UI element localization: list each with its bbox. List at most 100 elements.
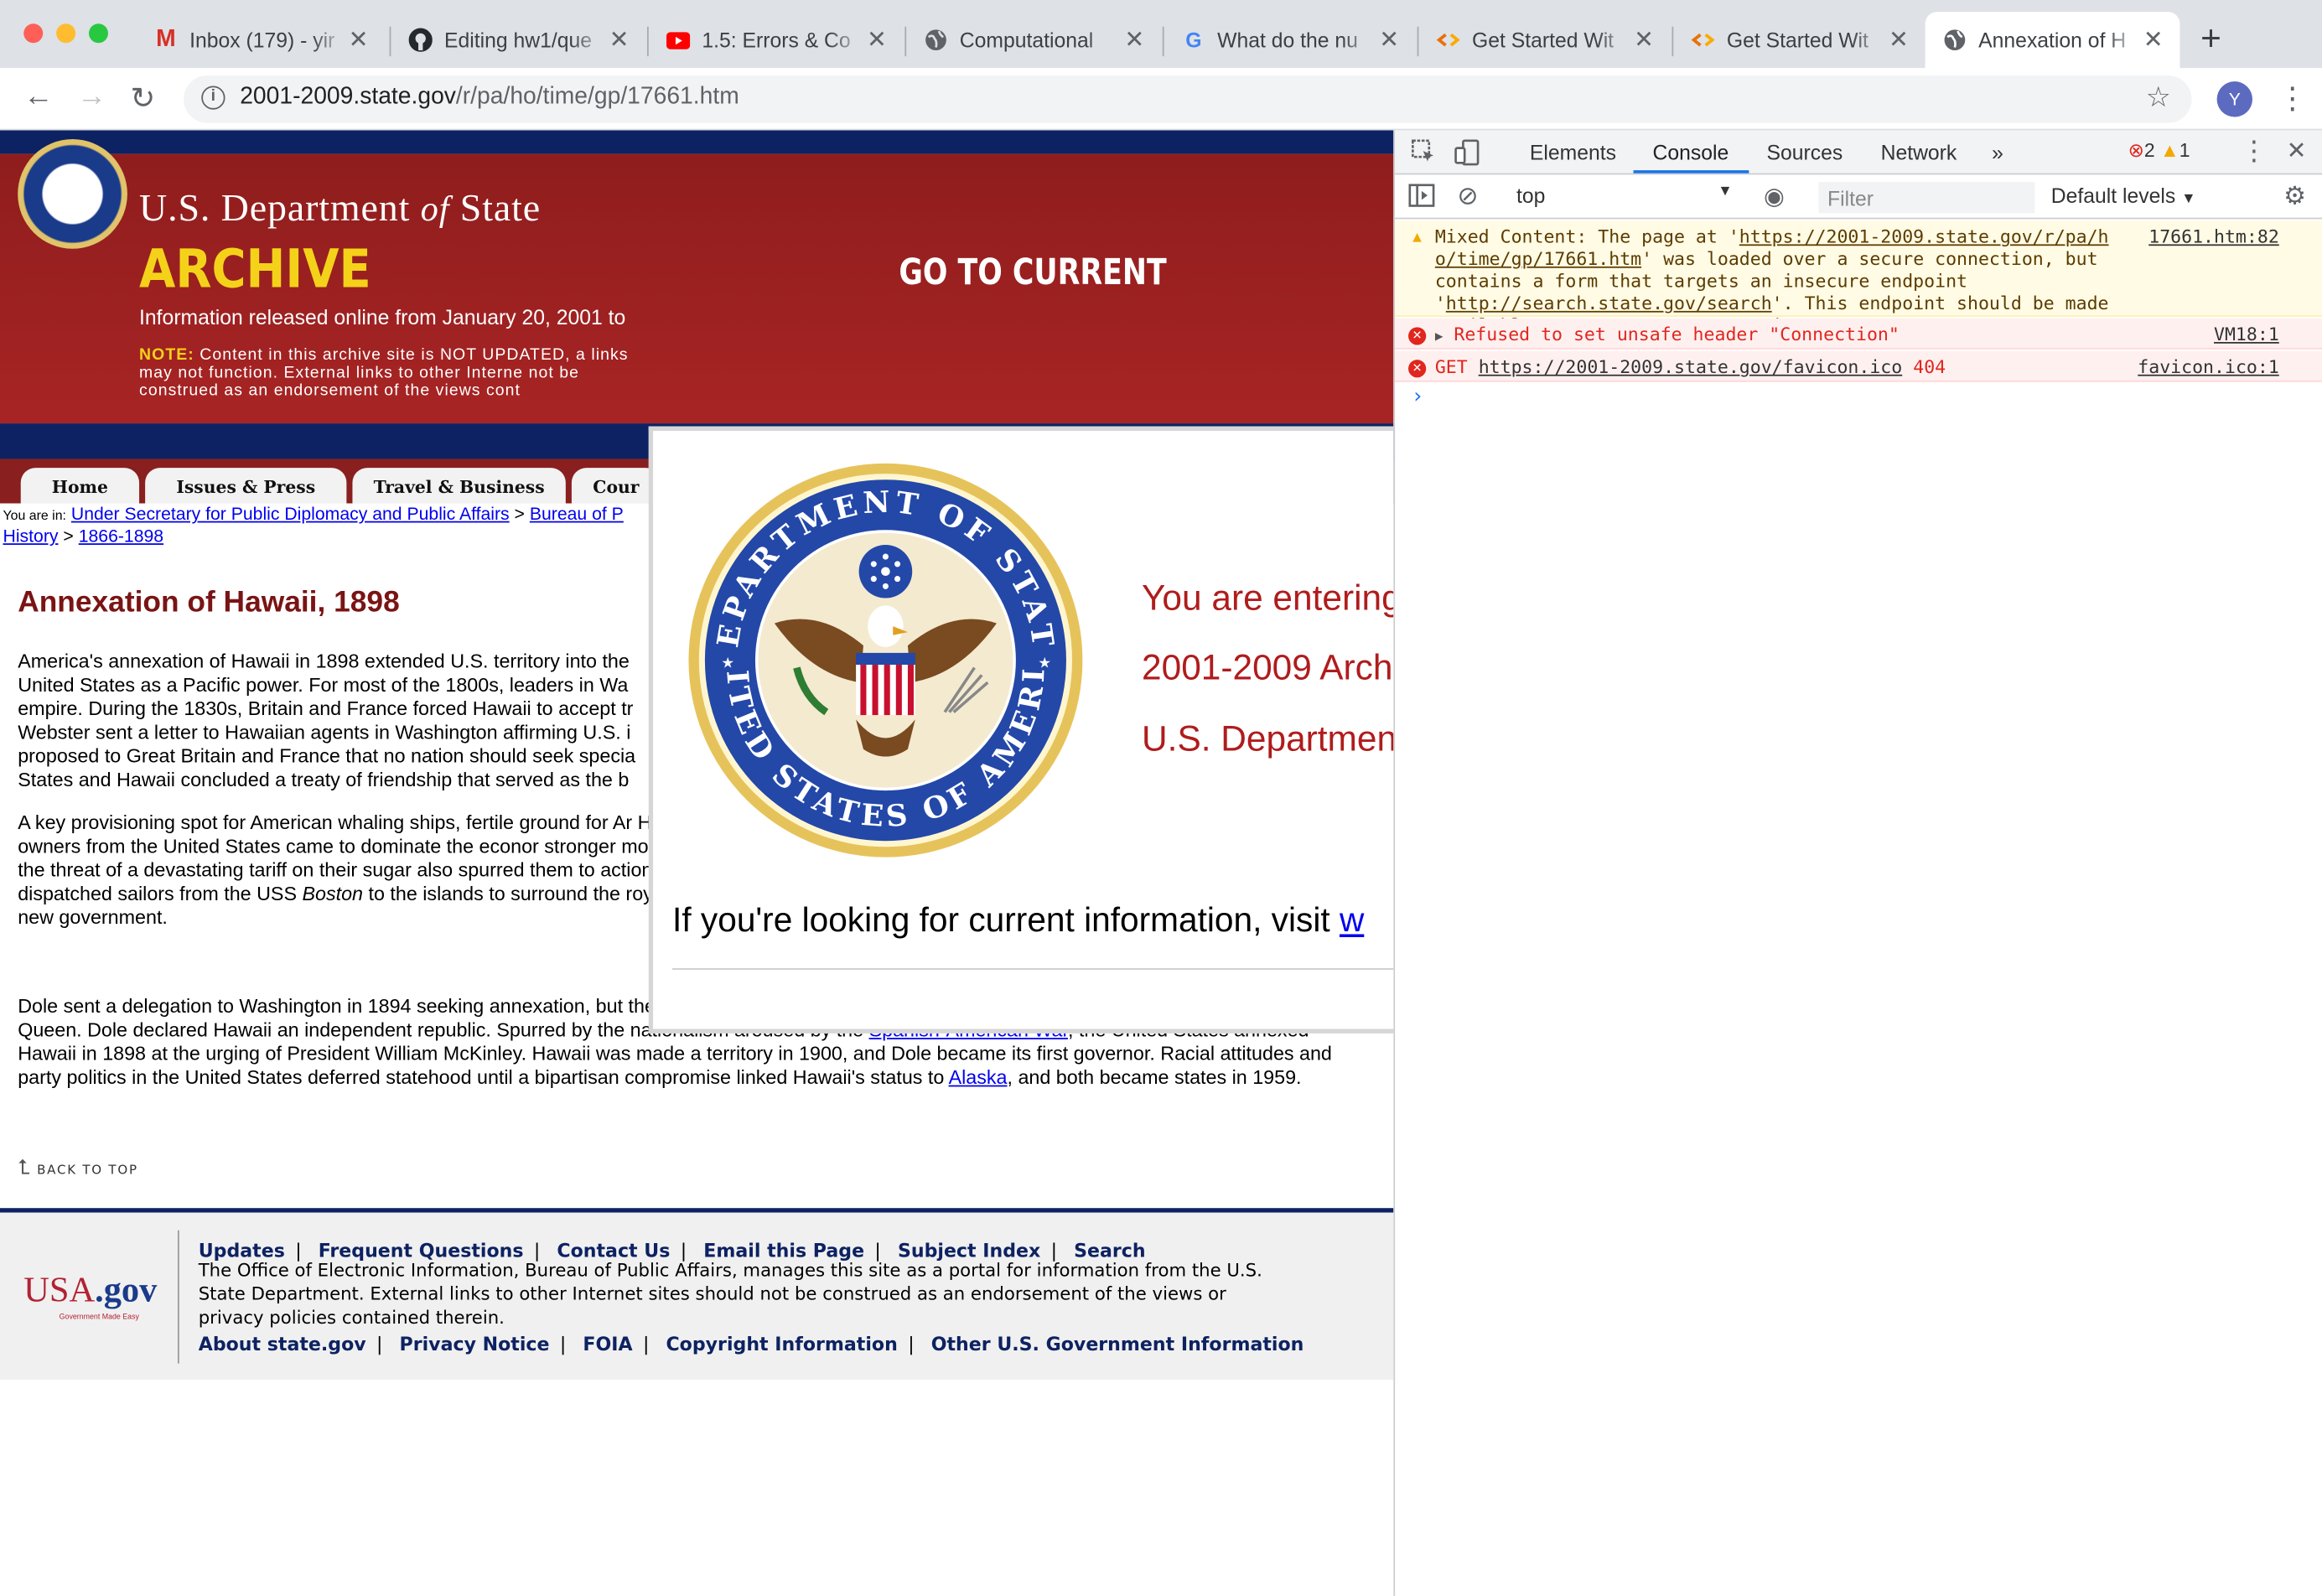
live-expression-eye-icon[interactable]: ◉ (1764, 182, 1785, 211)
breadcrumb: You are in: Under Secretary for Public D… (3, 503, 624, 547)
department-of-state-seal-icon: DEPARTMENT OF STATE UNITED STATES OF AME… (686, 460, 1083, 858)
footer-link-subject-index[interactable]: Subject Index (898, 1239, 1040, 1261)
chrome-menu-icon[interactable]: ⋮ (2278, 80, 2307, 117)
device-toolbar-icon[interactable] (1454, 139, 1481, 174)
browser-window: M Inbox (179) - yir ✕ Editing hw1/que ✕ … (0, 0, 2322, 1596)
devtools-menu-icon[interactable]: ⋮ (2241, 136, 2268, 167)
close-window-button[interactable] (23, 23, 44, 44)
tab-title: What do the nu (1217, 28, 1358, 52)
sidebar-toggle-icon[interactable] (1408, 184, 1435, 215)
tab-youtube[interactable]: 1.5: Errors & Co ✕ (649, 12, 904, 68)
console-settings-gear-icon[interactable]: ⚙ (2283, 182, 2306, 211)
footer-link-contact[interactable]: Contact Us (557, 1239, 670, 1261)
footer-link-copyright[interactable]: Copyright Information (666, 1333, 897, 1355)
tab-colab-2[interactable]: Get Started Wit ✕ (1673, 12, 1925, 68)
up-arrow-icon: ⮤ (18, 1156, 32, 1180)
devtools-panel: Elements Console Sources Network » ⊗2 ▲1… (1393, 130, 2322, 1596)
tab-colab-1[interactable]: Get Started Wit ✕ (1418, 12, 1670, 68)
url-text[interactable]: 2001-2009.state.gov/r/pa/ho/time/gp/1766… (240, 85, 739, 111)
devtools-more-tabs-button[interactable]: » (1992, 141, 2003, 164)
go-to-current-link[interactable]: GO TO CURRENT (899, 251, 1166, 293)
close-tab-icon[interactable]: ✕ (1887, 25, 1910, 54)
usagov-logo[interactable]: USA.gov (23, 1272, 157, 1312)
youtube-icon (666, 28, 691, 52)
close-tab-icon[interactable]: ✕ (1122, 25, 1146, 54)
reload-icon[interactable]: ↻ (130, 80, 155, 117)
close-tab-icon[interactable]: ✕ (865, 25, 889, 54)
tab-annexation-active[interactable]: Annexation of H ✕ (1925, 12, 2180, 69)
tab-title: Get Started Wit (1472, 28, 1615, 52)
close-tab-icon[interactable]: ✕ (346, 25, 370, 54)
current-site-link[interactable]: w (1340, 900, 1364, 939)
modal-heading-line-1: You are entering (1142, 578, 1394, 619)
minimize-window-button[interactable] (56, 23, 76, 44)
console-source-link[interactable]: VM18:1 (2214, 324, 2279, 346)
tab-gmail[interactable]: M Inbox (179) - yir ✕ (137, 12, 386, 68)
bookmark-star-icon[interactable]: ☆ (2146, 81, 2171, 116)
footer-link-email[interactable]: Email this Page (703, 1239, 864, 1261)
back-to-top-link[interactable]: ⮤ BACK TO TOP (18, 1156, 138, 1179)
profile-avatar[interactable]: Y (2216, 81, 2252, 117)
expand-triangle-icon[interactable]: ▶ (1435, 330, 1443, 345)
close-tab-icon[interactable]: ✕ (607, 25, 630, 54)
nav-travel-business[interactable]: Travel & Business (352, 468, 566, 504)
department-title: U.S. Department of State (139, 186, 542, 230)
console-source-link[interactable]: 17661.htm:82 (2148, 226, 2279, 248)
devtools-tab-elements[interactable]: Elements (1530, 141, 1616, 164)
tab-title: Computational (959, 28, 1094, 52)
footer-link-privacy[interactable]: Privacy Notice (400, 1333, 550, 1355)
error-warning-counter[interactable]: ⊗2 ▲1 (2128, 139, 2190, 163)
devtools-tab-sources[interactable]: Sources (1767, 141, 1843, 164)
tab-title: 1.5: Errors & Co (702, 28, 851, 52)
close-tab-icon[interactable]: ✕ (1632, 25, 1656, 54)
footer-link-other-gov[interactable]: Other U.S. Government Information (931, 1333, 1304, 1355)
site-info-icon[interactable]: i (201, 86, 225, 110)
close-tab-icon[interactable]: ✕ (2142, 25, 2165, 54)
log-levels-dropdown[interactable]: Default levels ▼ (2051, 184, 2196, 207)
console-prompt[interactable]: › (1412, 385, 1424, 408)
inspect-element-icon[interactable] (1412, 139, 1437, 172)
tab-google-search[interactable]: G What do the nu ✕ (1164, 12, 1416, 68)
footer-link-foia[interactable]: FOIA (583, 1333, 632, 1355)
console-error-message: ✕ ▶ Refused to set unsafe header "Connec… (1395, 318, 2322, 350)
alaska-link[interactable]: Alaska (949, 1065, 1008, 1087)
tab-title: Editing hw1/que (443, 28, 593, 52)
breadcrumb-link[interactable]: 1866-1898 (79, 526, 163, 547)
address-bar[interactable]: i 2001-2009.state.gov/r/pa/ho/time/gp/17… (184, 75, 2192, 123)
nav-home[interactable]: Home (20, 468, 140, 504)
forward-arrow-icon[interactable]: → (77, 80, 106, 114)
devtools-tab-console[interactable]: Console (1653, 141, 1729, 164)
tab-title: Annexation of H (1978, 28, 2127, 52)
tab-computational[interactable]: Computational ✕ (906, 12, 1161, 68)
breadcrumb-link[interactable]: History (3, 526, 59, 547)
clear-console-icon[interactable]: ⊘ (1457, 182, 1478, 211)
back-arrow-icon[interactable]: ← (23, 80, 53, 114)
console-toolbar: ⊘ top ▼ ◉ Filter Default levels ▼ ⚙ (1395, 174, 2322, 220)
nav-issues-press[interactable]: Issues & Press (145, 468, 347, 504)
footer-link-updates[interactable]: Updates (199, 1239, 285, 1261)
close-devtools-icon[interactable]: ✕ (2287, 136, 2307, 165)
console-source-link[interactable]: favicon.ico:1 (2138, 357, 2279, 379)
footer-link-search[interactable]: Search (1074, 1239, 1145, 1261)
console-filter-input[interactable]: Filter (1818, 182, 2035, 214)
svg-text:★: ★ (1038, 655, 1051, 671)
site-footer: USA.gov Government Made Easy Updates | Fr… (0, 1208, 1394, 1381)
footer-link-about[interactable]: About state.gov (199, 1333, 366, 1355)
archive-heading: ARCHIVE (139, 240, 371, 301)
maximize-window-button[interactable] (88, 23, 108, 44)
devtools-tabbar: Elements Console Sources Network » ⊗2 ▲1… (1395, 130, 2322, 175)
tab-github[interactable]: Editing hw1/que ✕ (391, 12, 645, 68)
devtools-tab-network[interactable]: Network (1881, 141, 1957, 164)
breadcrumb-link[interactable]: Bureau of P (530, 504, 624, 525)
warning-icon: ▲ (2160, 139, 2179, 162)
tab-strip: M Inbox (179) - yir ✕ Editing hw1/que ✕ … (0, 0, 2322, 69)
nav-countries[interactable]: Cour (571, 468, 661, 504)
context-selector[interactable]: top ▼ (1516, 184, 1733, 207)
footer-link-faq[interactable]: Frequent Questions (319, 1239, 524, 1261)
console-link[interactable]: https://2001-2009.state.gov/favicon.ico (1479, 357, 1903, 378)
new-tab-button[interactable]: + (2200, 19, 2221, 60)
breadcrumb-link[interactable]: Under Secretary for Public Diplomacy and… (71, 504, 510, 525)
close-tab-icon[interactable]: ✕ (1377, 25, 1401, 54)
console-link[interactable]: http://search.state.gov/search (1446, 293, 1772, 314)
colab-icon (1691, 28, 1715, 52)
